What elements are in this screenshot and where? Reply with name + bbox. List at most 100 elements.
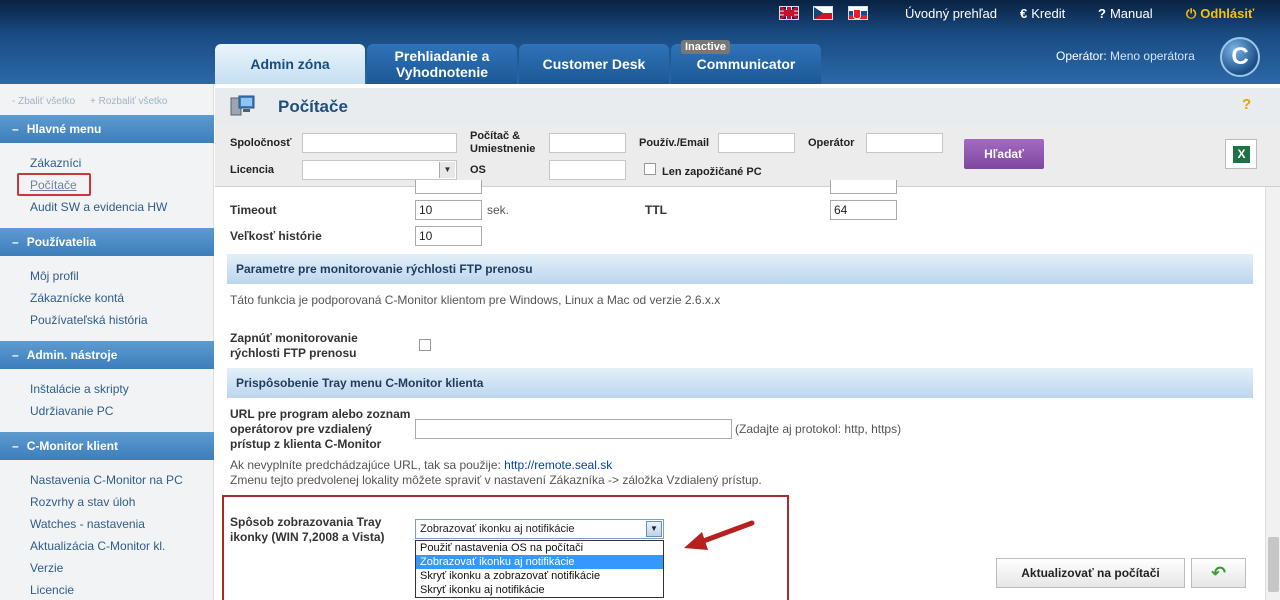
c-monitor-logo: C xyxy=(1220,37,1260,77)
chevron-down-icon: ▼ xyxy=(439,162,455,178)
licence-select[interactable]: ▼ xyxy=(302,160,457,180)
credit-link[interactable]: € Kredit xyxy=(1020,6,1065,21)
default-remote-link[interactable]: http://remote.seal.sk xyxy=(504,458,612,472)
timeout-input[interactable]: 10 xyxy=(415,200,482,220)
remote-url-note2: Zmenu tejto predvolenej lokality môžete … xyxy=(230,473,762,487)
ttl-label: TTL xyxy=(645,203,667,217)
operator-label: Operátor: xyxy=(1056,49,1107,63)
user-email-label: Použív./Email xyxy=(639,137,710,149)
dropdown-option-selected[interactable]: Zobrazovať ikonku aj notifikácie xyxy=(416,555,663,569)
czech-flag-icon[interactable] xyxy=(813,6,833,20)
sidebar-section-admin-tools[interactable]: – Admin. nástroje xyxy=(0,341,214,369)
operator-filter-label: Operátor xyxy=(808,137,855,149)
operator-info: Operátor: Meno operátora xyxy=(1056,49,1195,63)
sidebar-item-audit[interactable]: Audit SW a evidencia HW xyxy=(30,200,167,214)
section-label: Hlavné menu xyxy=(26,122,102,136)
collapse-controls: - Zbaliť všetko + Rozbaliť všetko xyxy=(12,96,179,107)
section-label: Admin. nástroje xyxy=(26,348,118,362)
company-input[interactable] xyxy=(302,133,457,153)
inactive-badge: Inactive xyxy=(681,40,730,54)
history-size-label: Veľkosť histórie xyxy=(230,229,322,243)
euro-icon: € xyxy=(1020,6,1028,21)
lent-pc-label: Len zapožičané PC xyxy=(662,166,762,178)
question-icon: ? xyxy=(1098,6,1106,21)
lent-pc-checkbox[interactable] xyxy=(644,163,656,175)
timeout-label: Timeout xyxy=(230,203,277,217)
highlight-outline xyxy=(17,173,91,196)
collapse-all-link[interactable]: - Zbaliť všetko xyxy=(12,96,75,107)
operator-name[interactable]: Meno operátora xyxy=(1110,49,1195,63)
sidebar-item-customer-accounts[interactable]: Zákaznícke kontá xyxy=(30,291,124,305)
logout-label: Odhlásiť xyxy=(1200,6,1255,21)
sidebar-item-maintenance[interactable]: Udržiavanie PC xyxy=(30,404,113,418)
sidebar-section-main-menu[interactable]: – Hlavné menu xyxy=(0,115,214,143)
vertical-scrollbar[interactable] xyxy=(1265,187,1280,600)
tray-section-header: Prispôsobenie Tray menu C-Monitor klient… xyxy=(227,368,1253,398)
os-label: OS xyxy=(470,164,486,176)
dropdown-option[interactable]: Skryť ikonku aj notifikácie xyxy=(416,583,663,597)
sidebar-item-cmon-settings[interactable]: Nastavenia C-Monitor na PC xyxy=(30,473,183,487)
sidebar-item-customers[interactable]: Zákazníci xyxy=(30,156,81,170)
page-header xyxy=(215,88,1280,125)
home-overview-link[interactable]: Úvodný prehľad xyxy=(905,6,997,21)
computer-icon xyxy=(230,95,255,116)
user-email-input[interactable] xyxy=(718,133,795,153)
tray-selected-value: Zobrazovať ikonku aj notifikácie xyxy=(420,523,575,535)
dropdown-option[interactable]: Skryť ikonku a zobrazovať notifikácie xyxy=(416,569,663,583)
dropdown-option[interactable]: Použiť nastavenia OS na počítači xyxy=(416,541,663,555)
sidebar-item-installs[interactable]: Inštalácie a skripty xyxy=(30,382,129,396)
ttl-input[interactable]: 64 xyxy=(830,200,897,220)
page-title: Počítače xyxy=(278,97,348,116)
tab-browsing-evaluation[interactable]: Prehliadanie a Vyhodnotenie xyxy=(367,44,517,84)
company-label: Spoločnosť xyxy=(230,137,292,149)
ftp-enable-checkbox[interactable] xyxy=(419,339,431,351)
ftp-section-header: Parametre pre monitorovanie rýchlosti FT… xyxy=(227,254,1253,284)
chevron-down-icon: ▼ xyxy=(646,521,662,537)
computer-label: Počítač & Umiestnenie xyxy=(470,130,536,155)
tray-display-select[interactable]: Zobrazovať ikonku aj notifikácie ▼ xyxy=(415,519,664,539)
slovak-flag-icon[interactable] xyxy=(848,6,868,20)
sidebar-item-my-profile[interactable]: Môj profil xyxy=(30,269,79,283)
help-icon[interactable]: ? xyxy=(1242,96,1251,113)
timeout-unit: sek. xyxy=(487,203,510,217)
remote-url-note: Ak nevyplníte predchádzajúce URL, tak sa… xyxy=(230,458,612,472)
sidebar-item-user-history[interactable]: Používateľská história xyxy=(30,313,148,327)
remote-url-input[interactable] xyxy=(415,419,732,439)
red-arrow-icon xyxy=(684,520,755,550)
computer-input[interactable] xyxy=(549,133,626,153)
english-flag-icon[interactable] xyxy=(779,6,799,20)
manual-link[interactable]: ? Manual xyxy=(1098,6,1153,21)
sidebar-item-licences[interactable]: Licencie xyxy=(30,583,74,597)
tab-admin-zone[interactable]: Admin zóna xyxy=(215,44,365,84)
export-excel-button[interactable]: X xyxy=(1225,139,1257,169)
tab-customer-desk[interactable]: Customer Desk xyxy=(519,44,669,84)
power-icon: ⏻ xyxy=(1186,6,1197,21)
sidebar-section-c-monitor-client[interactable]: – C-Monitor klient xyxy=(0,432,214,460)
sidebar-section-users[interactable]: – Používatelia xyxy=(0,228,214,256)
licence-label: Licencia xyxy=(230,164,275,176)
sidebar-item-watches[interactable]: Watches - nastavenia xyxy=(30,517,145,531)
remote-url-note-text: Ak nevyplníte predchádzajúce URL, tak sa… xyxy=(230,458,501,472)
remote-url-hint: (Zadajte aj protokol: http, https) xyxy=(735,422,902,436)
sidebar-item-versions[interactable]: Verzie xyxy=(30,561,63,575)
undo-arrow-icon: ↶ xyxy=(1210,563,1227,583)
os-input[interactable] xyxy=(549,160,626,180)
search-button[interactable]: Hľadať xyxy=(964,139,1044,169)
tray-display-label: Spôsob zobrazovania Tray ikonky (WIN 7,2… xyxy=(230,515,385,544)
section-label: Používatelia xyxy=(26,235,97,249)
logout-link[interactable]: ⏻ Odhlásiť xyxy=(1186,6,1254,22)
operator-filter-input[interactable] xyxy=(866,133,943,153)
back-button[interactable]: ↶ xyxy=(1191,558,1246,588)
sidebar-item-update[interactable]: Aktualizácia C-Monitor kl. xyxy=(30,539,165,553)
hidden-input-left[interactable] xyxy=(415,180,482,194)
hidden-input-right[interactable] xyxy=(830,180,897,194)
section-label: C-Monitor klient xyxy=(26,439,119,453)
excel-icon: X xyxy=(1233,146,1250,163)
update-on-computer-button[interactable]: Aktualizovať na počítači xyxy=(996,558,1185,588)
scrollbar-thumb[interactable] xyxy=(1268,537,1279,592)
sidebar-item-schedules[interactable]: Rozvrhy a stav úloh xyxy=(30,495,135,509)
expand-all-link[interactable]: + Rozbaliť všetko xyxy=(90,96,167,107)
manual-label: Manual xyxy=(1109,6,1153,21)
remote-url-label: URL pre program alebo zoznam operátorov … xyxy=(230,407,411,451)
history-size-input[interactable]: 10 xyxy=(415,226,482,246)
